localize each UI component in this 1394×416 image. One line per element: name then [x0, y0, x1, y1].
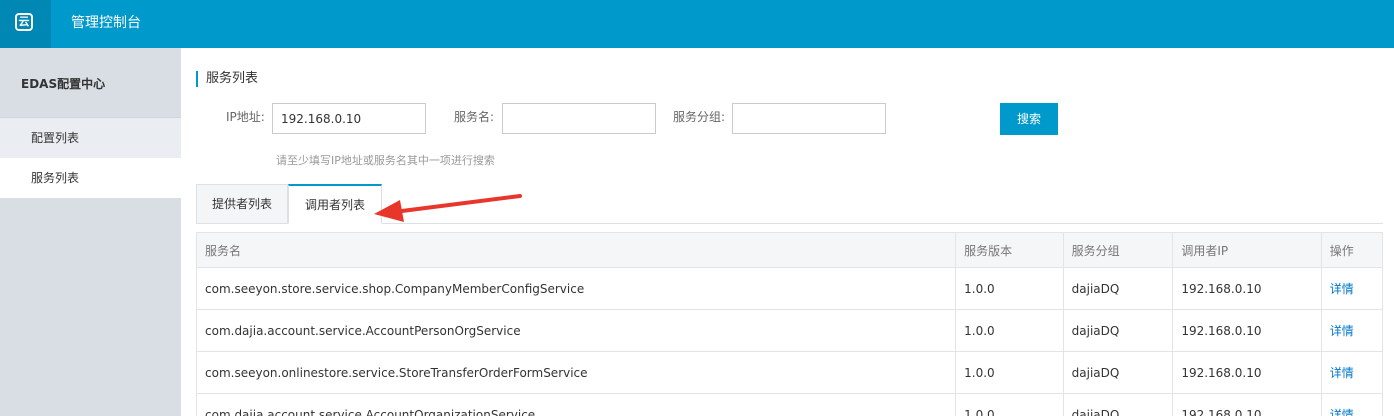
version-cell: 1.0.0: [955, 351, 1064, 394]
column-header-actions: 操作: [1320, 232, 1383, 268]
sidebar: EDAS配置中心 配置列表 服务列表: [0, 48, 181, 416]
service-group-label: 服务分组:: [673, 110, 726, 124]
page-title: 服务列表: [196, 71, 258, 87]
table-header-row: 服务名 服务版本 服务分组 调用者IP 操作: [196, 232, 1383, 268]
detail-link[interactable]: 详情: [1330, 366, 1354, 380]
group-cell: dajiaDQ: [1062, 267, 1174, 310]
logo-button[interactable]: 云: [0, 0, 51, 48]
version-cell: 1.0.0: [955, 309, 1064, 352]
ip-cell: 192.168.0.10: [1172, 351, 1322, 394]
column-header-service-name: 服务名: [196, 232, 957, 268]
table-row: com.seeyon.store.service.shop.CompanyMem…: [196, 267, 1383, 310]
detail-link[interactable]: 详情: [1330, 282, 1354, 296]
top-navbar: 云 管理控制台: [0, 0, 1394, 48]
version-cell: 1.0.0: [955, 393, 1064, 416]
sidebar-item-service-list[interactable]: 服务列表: [0, 158, 181, 198]
ip-label: IP地址:: [226, 110, 265, 124]
cloud-logo-icon: 云: [15, 13, 33, 31]
tab-providers[interactable]: 提供者列表: [196, 184, 288, 224]
search-button[interactable]: 搜索: [1000, 103, 1058, 135]
service-name-cell: com.dajia.account.service.AccountOrganiz…: [196, 393, 957, 416]
action-cell: 详情: [1320, 267, 1383, 310]
sidebar-heading-label: EDAS配置中心: [21, 77, 106, 91]
column-header-consumer-ip: 调用者IP: [1172, 232, 1322, 268]
service-name-input[interactable]: [502, 103, 656, 134]
app-title[interactable]: 管理控制台: [71, 0, 141, 46]
column-header-version: 服务版本: [955, 232, 1064, 268]
group-cell: dajiaDQ: [1062, 351, 1174, 394]
table-row: com.seeyon.onlinestore.service.StoreTran…: [196, 351, 1383, 394]
service-name-label: 服务名:: [454, 110, 495, 124]
service-name-cell: com.dajia.account.service.AccountPersonO…: [196, 309, 957, 352]
ip-input[interactable]: [272, 103, 426, 134]
consumer-table: 服务名 服务版本 服务分组 调用者IP 操作 com.seeyon.store.…: [196, 232, 1383, 416]
version-cell: 1.0.0: [955, 267, 1064, 310]
group-cell: dajiaDQ: [1062, 393, 1174, 416]
table-row: com.dajia.account.service.AccountPersonO…: [196, 309, 1383, 352]
sidebar-background: [0, 198, 181, 416]
action-cell: 详情: [1320, 351, 1383, 394]
ip-cell: 192.168.0.10: [1172, 267, 1322, 310]
ip-cell: 192.168.0.10: [1172, 393, 1322, 416]
sidebar-item-config-list[interactable]: 配置列表: [0, 118, 181, 158]
tab-consumers[interactable]: 调用者列表: [288, 184, 382, 224]
action-cell: 详情: [1320, 309, 1383, 352]
red-arrow-icon: [374, 194, 522, 222]
table-row: com.dajia.account.service.AccountOrganiz…: [196, 393, 1383, 416]
search-hint: 请至少填写IP地址或服务名其中一项进行搜索: [276, 154, 495, 167]
action-cell: 详情: [1320, 393, 1383, 416]
detail-link[interactable]: 详情: [1330, 324, 1354, 338]
service-name-cell: com.seeyon.onlinestore.service.StoreTran…: [196, 351, 957, 394]
sidebar-heading: EDAS配置中心: [0, 48, 181, 118]
ip-cell: 192.168.0.10: [1172, 309, 1322, 352]
detail-link[interactable]: 详情: [1330, 408, 1354, 416]
service-group-input[interactable]: [732, 103, 886, 134]
service-name-cell: com.seeyon.store.service.shop.CompanyMem…: [196, 267, 957, 310]
column-header-group: 服务分组: [1062, 232, 1174, 268]
group-cell: dajiaDQ: [1062, 309, 1174, 352]
